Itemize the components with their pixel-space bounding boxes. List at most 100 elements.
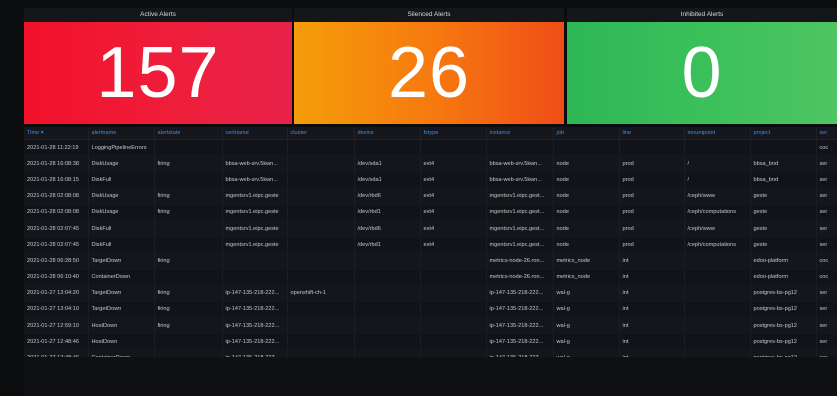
table-cell: postgres-bs-pg12	[750, 301, 817, 319]
table-cell: coc	[816, 269, 837, 286]
column-header-8[interactable]: job	[553, 127, 620, 140]
column-header-4[interactable]: cluster	[287, 127, 355, 140]
column-header-1[interactable]: alertname	[88, 127, 155, 140]
column-header-9[interactable]: line	[619, 127, 685, 140]
table-cell: bbsa-web-srv.5kwn...	[486, 155, 554, 173]
table-cell	[154, 269, 223, 286]
table-row[interactable]: 2021-01-28 02:08:08 DiskUsage firing mgents…	[24, 188, 837, 205]
table-cell: ext4	[420, 188, 487, 205]
table-cell: HostDown	[88, 333, 155, 351]
table-cell	[420, 301, 487, 319]
table-cell: postgres-bs-pg12	[750, 333, 817, 351]
table-cell: node	[553, 171, 620, 189]
column-header-12[interactable]: ser	[816, 127, 837, 140]
table-cell: /dev/rbd6	[354, 188, 421, 205]
table-cell	[287, 317, 355, 335]
silenced-alerts-title: Silenced Alerts	[294, 8, 564, 22]
table-cell: /	[684, 171, 751, 189]
active-alerts-panel[interactable]: Active Alerts 157	[24, 8, 292, 124]
table-cell: DiskFull	[88, 171, 155, 189]
inhibited-alerts-value: 0	[681, 33, 723, 113]
table-cell	[154, 139, 223, 157]
table-cell: mgentsrv1.eipc.gest...	[486, 220, 554, 238]
table-cell: ip-147-135-218-222...	[486, 333, 554, 351]
table-cell: coc	[816, 139, 837, 157]
table-row[interactable]: 2021-01-27 13:04:20 TargetDown firing ip-14…	[24, 285, 837, 302]
table-cell: bbsa-web-srv.5kwn...	[486, 171, 554, 189]
column-header-7[interactable]: instance	[486, 127, 554, 140]
table-cell	[684, 269, 751, 286]
table-cell: ser	[816, 301, 837, 319]
table-cell	[684, 333, 751, 351]
table-cell: geste	[750, 204, 817, 221]
table-cell: mgentsrv1.eipc.gest...	[486, 188, 554, 205]
column-header-0[interactable]: Time ▾	[24, 127, 89, 140]
column-header-3[interactable]: certname	[222, 127, 288, 140]
table-row[interactable]: 2021-01-28 02:07:45 DiskFull mgentsrv1.eip…	[24, 236, 837, 254]
table-cell: DiskUsage	[88, 155, 155, 173]
table-row[interactable]: 2021-01-28 16:08:15 DiskFull bbsa-web-srv.…	[24, 171, 837, 189]
table-cell: node	[553, 204, 620, 221]
table-cell: ser	[816, 204, 837, 221]
table-row[interactable]: 2021-01-28 02:08:08 DiskUsage firing mgents…	[24, 204, 837, 221]
table-cell: prod	[619, 220, 685, 238]
table-cell: HostDown	[88, 317, 155, 335]
table-cell: ip-147-135-218-222...	[222, 333, 288, 351]
table-row[interactable]: 2021-01-28 11:22:19 LoggingPipelineErrors…	[24, 139, 837, 157]
active-alerts-value: 157	[96, 33, 220, 113]
table-cell	[684, 301, 751, 319]
table-cell: /dev/rbd1	[354, 236, 421, 254]
table-cell: /ceph/computations	[684, 236, 751, 254]
table-cell	[287, 269, 355, 286]
table-cell: firing	[154, 204, 223, 221]
inhibited-alerts-panel[interactable]: Inhibited Alerts 0	[567, 8, 837, 124]
silenced-alerts-panel[interactable]: Silenced Alerts 26	[294, 8, 564, 124]
table-cell	[287, 333, 355, 351]
column-header-10[interactable]: mountpoint	[684, 127, 751, 140]
table-cell	[684, 317, 751, 335]
table-cell: wal-g	[553, 301, 620, 319]
table-cell	[287, 236, 355, 254]
table-cell: TargetDown	[88, 252, 155, 270]
table-cell	[750, 139, 817, 157]
table-cell: 2021-01-27 12:48:46	[24, 333, 89, 351]
table-cell	[619, 139, 685, 157]
table-cell	[154, 333, 223, 351]
table-cell	[684, 285, 751, 302]
column-header-2[interactable]: alertstate	[154, 127, 223, 140]
table-cell	[684, 139, 751, 157]
table-cell: ip-147-135-218-222...	[486, 317, 554, 335]
silenced-alerts-value-box: 26	[294, 22, 564, 124]
table-row[interactable]: 2021-01-27 13:04:10 TargetDown firing ip-14…	[24, 301, 837, 319]
table-cell: bbsa-web-srv.5kwn...	[222, 155, 288, 173]
column-header-6[interactable]: fstype	[420, 127, 487, 140]
table-row[interactable]: 2021-01-27 12:48:46 HostDown ip-147-135-21…	[24, 333, 837, 351]
table-cell: ip-147-135-218-222...	[486, 301, 554, 319]
table-cell: postgres-bs-pg12	[750, 317, 817, 335]
table-cell: metrics-node-26.ron...	[486, 252, 554, 270]
column-header-11[interactable]: project	[750, 127, 817, 140]
table-cell: openshift-ch-1	[287, 285, 355, 302]
silenced-alerts-value: 26	[387, 33, 471, 113]
table-cell: /dev/sda1	[354, 171, 421, 189]
table-cell: ip-147-135-218-222...	[222, 285, 288, 302]
table-cell: 2021-01-27 13:04:10	[24, 301, 89, 319]
table-cell	[354, 333, 421, 351]
table-row[interactable]: 2021-01-28 16:08:38 DiskUsage firing bbsa-w…	[24, 155, 837, 173]
table-cell	[354, 285, 421, 302]
column-header-5[interactable]: device	[354, 127, 421, 140]
table-row[interactable]: 2021-01-28 06:28:50 TargetDown firing metri…	[24, 252, 837, 270]
table-row[interactable]: 2021-01-28 06:10:40 ContainerDown metrics-…	[24, 269, 837, 286]
table-cell: DiskUsage	[88, 188, 155, 205]
table-cell: bbsa-web-srv.5kwn...	[222, 171, 288, 189]
table-cell: LoggingPipelineErrors	[88, 139, 155, 157]
table-cell	[486, 139, 554, 157]
table-body: 2021-01-28 11:22:19 LoggingPipelineErrors…	[24, 139, 837, 367]
table-cell: ip-147-135-218-222...	[222, 317, 288, 335]
table-cell: node	[553, 236, 620, 254]
table-cell: int	[619, 333, 685, 351]
table-cell: /ceph/www	[684, 188, 751, 205]
table-row[interactable]: 2021-01-28 02:07:45 DiskFull mgentsrv1.eip…	[24, 220, 837, 238]
table-row[interactable]: 2021-01-27 12:59:10 HostDown firing ip-147-…	[24, 317, 837, 335]
table-cell	[222, 269, 288, 286]
